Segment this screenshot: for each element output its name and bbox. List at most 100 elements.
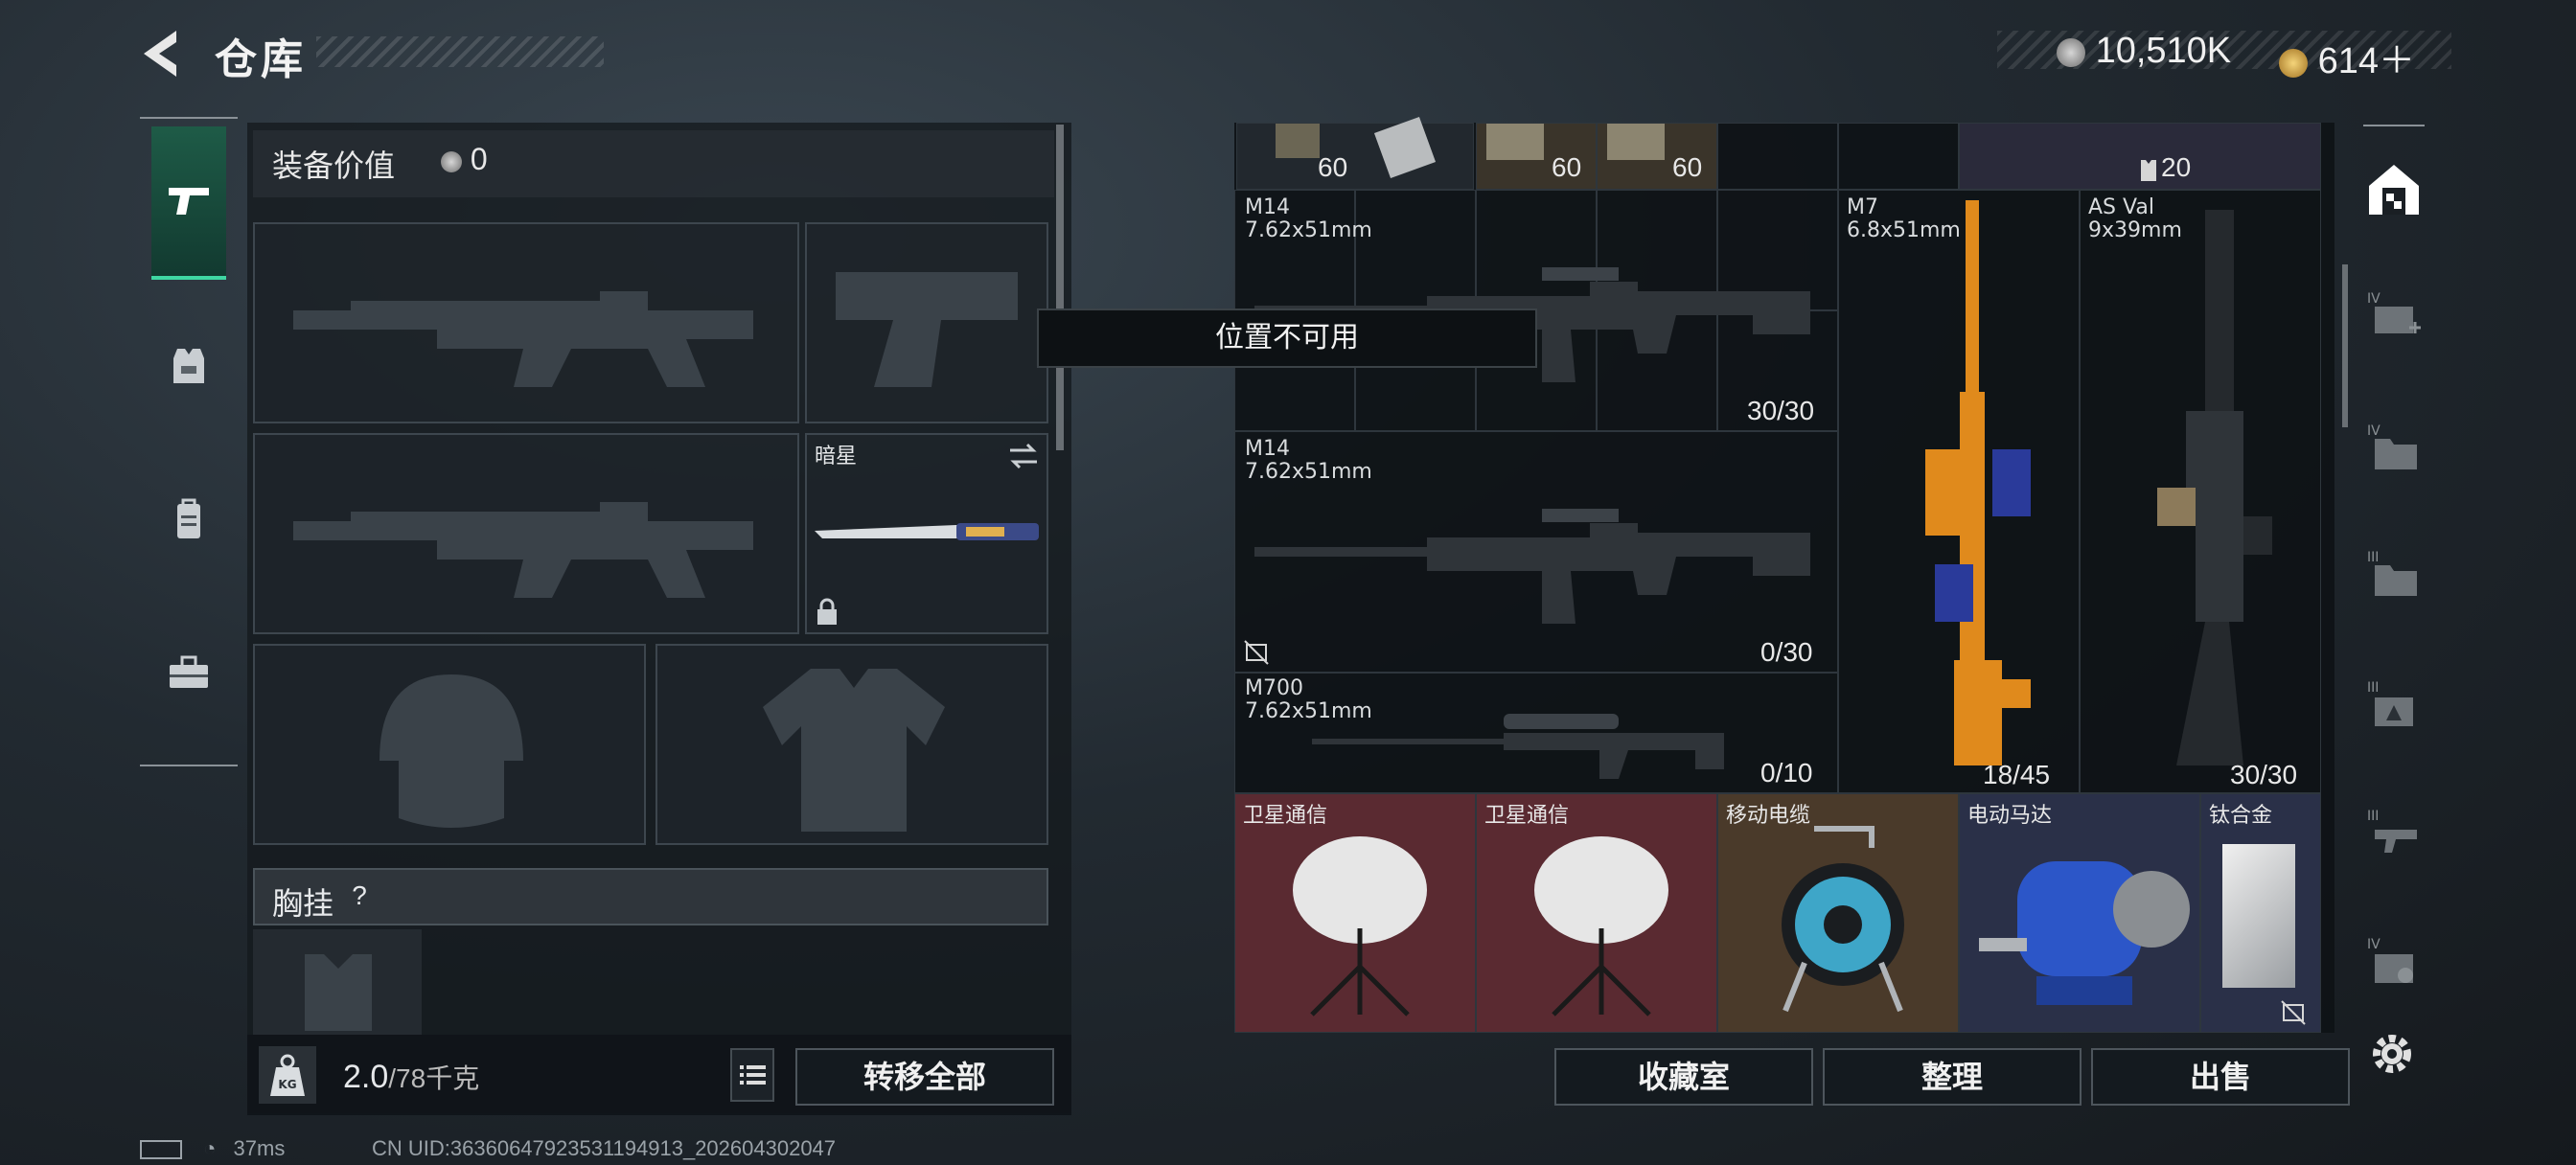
toolbox-icon xyxy=(170,655,208,688)
transfer-all-button[interactable]: 转移全部 xyxy=(795,1048,1054,1106)
folder-storage-icon[interactable]: IV xyxy=(2367,422,2425,475)
title-decoration xyxy=(316,36,604,67)
ammo-count: 0/30 xyxy=(1760,637,1813,667)
satellite-dish-icon xyxy=(1534,836,1668,1017)
knife-icon xyxy=(815,523,1039,540)
body-armor-slot[interactable] xyxy=(656,644,1048,845)
equipment-value-label: 装备价值 xyxy=(272,148,396,183)
category-sidebar xyxy=(140,117,238,768)
weight-icon: KG xyxy=(259,1046,316,1104)
item-titanium-alloy[interactable]: 钛合金 xyxy=(2200,793,2321,1033)
position-unavailable-tooltip: 位置不可用 xyxy=(1037,308,1537,368)
item-mobile-cable[interactable]: 移动电缆 xyxy=(1717,793,1959,1033)
stack-count: 20 xyxy=(2161,152,2192,182)
secondary-weapon-slot[interactable] xyxy=(253,433,799,634)
svg-text:IV: IV xyxy=(2367,937,2380,952)
swap-icon[interactable] xyxy=(1006,441,1041,471)
collection-room-button[interactable]: 收藏室 xyxy=(1554,1048,1813,1106)
armor-silhouette-icon xyxy=(763,669,945,832)
helmet-slot[interactable] xyxy=(253,644,646,845)
sidearm-slot[interactable] xyxy=(805,222,1048,423)
gold-currency[interactable]: 614＋ xyxy=(2279,31,2415,83)
weapon-name: M14 xyxy=(1245,195,1290,219)
left-scrollbar[interactable] xyxy=(1056,125,1064,450)
metal-ingot-icon xyxy=(2222,844,2295,988)
ammo-count: 0/10 xyxy=(1760,758,1813,788)
m14-rifle-icon xyxy=(1254,509,1810,624)
grid-item-ammo[interactable]: 60 xyxy=(1597,123,1717,190)
case-storage-icon[interactable]: III xyxy=(2367,548,2425,602)
grid-item-ammo[interactable]: 60 xyxy=(1476,123,1597,190)
weapon-m14-2[interactable]: M14 7.62x51mm 0/30 xyxy=(1234,431,1838,673)
settings-gear-icon[interactable] xyxy=(2367,1029,2417,1079)
ammo-count: 30/30 xyxy=(2230,760,2298,789)
gold-amount: 614＋ xyxy=(2317,41,2415,81)
weapon-m7[interactable]: M7 6.8x51mm 18/45 xyxy=(1838,190,2080,793)
ammo-count: 30/30 xyxy=(1747,396,1815,425)
primary-weapon-slot[interactable] xyxy=(253,222,799,423)
sell-button[interactable]: 出售 xyxy=(2091,1048,2350,1106)
rifle-silhouette-icon xyxy=(293,502,753,598)
m700-rifle-icon xyxy=(1312,714,1724,779)
weapon-name: M7 xyxy=(1847,195,1878,219)
weight-current: 2.0 xyxy=(343,1059,389,1095)
list-view-button[interactable] xyxy=(730,1048,774,1102)
lock-icon xyxy=(817,598,837,625)
item-satellite-comm-1[interactable]: 卫星通信 xyxy=(1234,793,1476,1033)
ammo-storage-icon[interactable]: III xyxy=(2367,678,2425,732)
equipment-value-amount: 0 xyxy=(470,142,488,176)
silver-currency: 10,510K xyxy=(2057,31,2231,72)
weapon-m700[interactable]: M700 7.62x51mm 0/10 xyxy=(1234,673,1838,793)
stack-count: 60 xyxy=(1672,152,1703,182)
melee-name: 暗星 xyxy=(815,444,858,468)
ammo-box-icon xyxy=(1607,124,1665,160)
grid-item-ammo[interactable]: 60 xyxy=(1236,116,1474,190)
tab-weapons[interactable] xyxy=(151,126,226,280)
rifle-silhouette-icon xyxy=(293,291,753,387)
item-electric-motor[interactable]: 电动马达 xyxy=(1959,793,2200,1033)
right-scrollbar[interactable] xyxy=(2342,264,2348,427)
silver-coin-icon xyxy=(2057,37,2085,67)
weapon-storage-icon[interactable]: III xyxy=(2367,807,2425,860)
svg-text:III: III xyxy=(2367,680,2379,696)
item-satellite-comm-2[interactable]: 卫星通信 xyxy=(1476,793,1717,1033)
tab-toolbox[interactable] xyxy=(151,625,226,720)
chest-rig-silhouette-icon xyxy=(305,954,372,1031)
svg-text:IV: IV xyxy=(2367,291,2380,307)
back-icon[interactable] xyxy=(134,25,192,82)
grid-empty-cell[interactable] xyxy=(1717,123,1838,190)
satellite-dish-icon xyxy=(1293,836,1427,1017)
weapon-name: M700 xyxy=(1245,676,1303,700)
chest-rig-slot[interactable] xyxy=(253,929,422,1035)
chest-rig-label: 胸挂 xyxy=(272,886,334,921)
help-icon[interactable]: ? xyxy=(343,879,376,912)
page-title: 仓库 xyxy=(215,36,307,83)
silver-coin-icon xyxy=(441,150,462,172)
battery-icon xyxy=(140,1140,182,1160)
storage-tabs-sidebar: IV IV III III III IV xyxy=(2358,125,2430,1006)
warehouse-icon[interactable] xyxy=(2363,159,2425,220)
wifi-icon: ◔ xyxy=(203,1136,217,1160)
ammo-count: 18/45 xyxy=(1983,760,2051,789)
ammo-box-icon xyxy=(1276,124,1320,158)
weight-readout: 2.0/78千克 xyxy=(343,1058,479,1096)
tab-armor[interactable] xyxy=(151,318,226,414)
armor-icon xyxy=(2141,160,2156,181)
document-icon xyxy=(1373,116,1437,179)
pistol-silhouette-icon xyxy=(836,272,1018,387)
melee-slot[interactable]: 暗星 xyxy=(805,433,1048,634)
medkit-storage-icon[interactable]: IV xyxy=(2367,289,2425,343)
organize-button[interactable]: 整理 xyxy=(1823,1048,2082,1106)
backpack-icon xyxy=(177,498,200,538)
svg-text:III: III xyxy=(2367,550,2379,565)
gold-coin-icon xyxy=(2279,48,2308,78)
gear-storage-icon[interactable]: IV xyxy=(2367,935,2425,989)
silver-amount: 10,510K xyxy=(2095,31,2232,71)
grid-item-stack[interactable]: 20 xyxy=(1959,123,2321,190)
tab-backpack[interactable] xyxy=(151,471,226,567)
weapon-as-val[interactable]: AS Val 9x39mm 30/30 xyxy=(2080,190,2321,793)
svg-text:IV: IV xyxy=(2367,423,2380,439)
ammo-box-icon xyxy=(1486,124,1544,160)
svg-text:KG: KG xyxy=(278,1078,296,1091)
grid-empty-cell[interactable] xyxy=(1838,123,1959,190)
